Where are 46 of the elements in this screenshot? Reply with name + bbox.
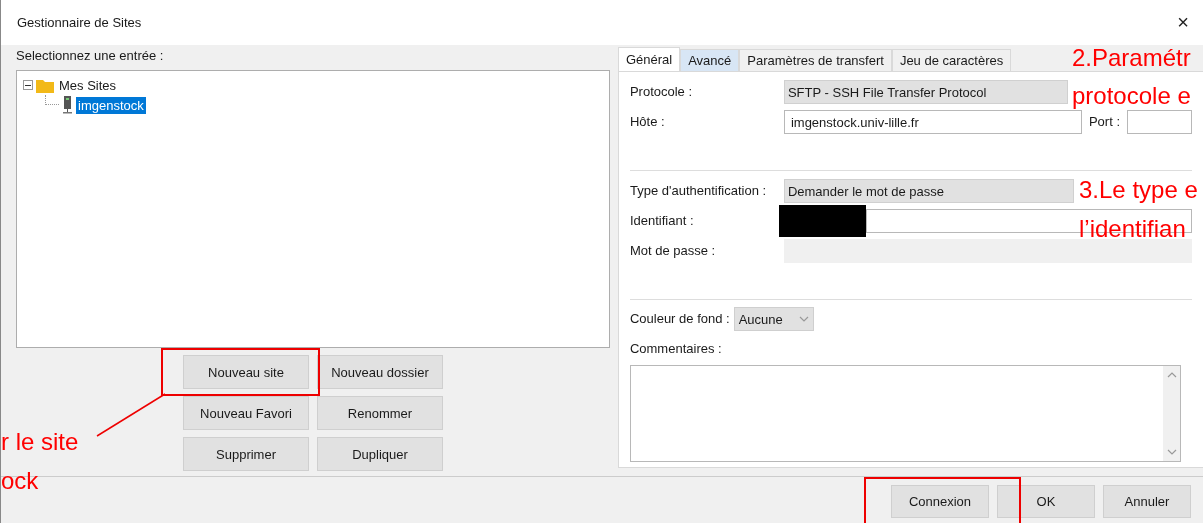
field-label: Protocole : — [629, 84, 694, 100]
protocol-select[interactable]: SFTP - SSH File Transfer Protocol — [783, 80, 1068, 104]
field-label: Port : — [1088, 114, 1120, 130]
folder-icon — [36, 77, 54, 93]
site-button[interactable]: Nouveau dossier — [317, 355, 443, 389]
server-icon — [62, 96, 73, 114]
site-button[interactable]: Nouveau site — [183, 355, 309, 389]
field-label: Type d'authentification : — [629, 183, 768, 199]
tree-item[interactable]: Mes Sites — [57, 76, 119, 94]
close-button[interactable]: × — [1173, 11, 1193, 34]
annotation-text: 2.Paramétr — [1072, 44, 1191, 72]
collapse-toggle[interactable] — [23, 80, 33, 90]
scrollbar[interactable] — [1163, 366, 1180, 461]
field-label: Identifiant : — [629, 213, 695, 229]
tab[interactable]: Paramètres de transfert — [739, 49, 892, 71]
tab[interactable]: Avancé — [680, 49, 740, 71]
annotation-text: 3.Le type e — [1079, 176, 1198, 204]
site-button[interactable]: Nouveau Favori — [183, 396, 309, 430]
annotation-text: ock — [1, 467, 39, 495]
comments-field[interactable] — [629, 365, 1181, 462]
site-button[interactable]: Renommer — [317, 396, 443, 430]
annotation-text: protocole e — [1072, 82, 1191, 110]
annotation-text: r le site — [1, 428, 79, 456]
tree-label: Selectionnez une entrée : — [16, 48, 165, 64]
leader-line — [96, 393, 166, 437]
field-label: Hôte : — [629, 114, 666, 130]
dialog-button[interactable]: Connexion — [891, 485, 989, 518]
window-title: Gestionnaire de Sites — [17, 15, 142, 30]
annotation-text: l’identifian — [1079, 215, 1186, 243]
scroll-down-icon[interactable] — [1166, 449, 1177, 455]
scroll-up-icon[interactable] — [1166, 372, 1177, 378]
host-field[interactable]: imgenstock.univ-lille.fr — [783, 110, 1082, 134]
site-button[interactable]: Supprimer — [183, 437, 309, 471]
tab[interactable]: Jeu de caractères — [891, 49, 1012, 71]
color-select[interactable]: Aucune — [733, 307, 814, 331]
port-field[interactable] — [1127, 110, 1192, 134]
field-label: Mot de passe : — [629, 243, 717, 259]
dialog-button[interactable]: OK — [997, 485, 1095, 518]
dialog-button[interactable]: Annuler — [1103, 485, 1191, 518]
field-label: Commentaires : — [629, 341, 723, 357]
tree-item[interactable]: imgenstock — [76, 96, 146, 114]
chevron-down-icon[interactable] — [798, 316, 809, 322]
auth-type-select[interactable]: Demander le mot de passe — [783, 179, 1074, 203]
field-label: Couleur de fond : — [629, 311, 730, 327]
site-button[interactable]: Dupliquer — [317, 437, 443, 471]
tab[interactable]: Général — [617, 47, 681, 71]
